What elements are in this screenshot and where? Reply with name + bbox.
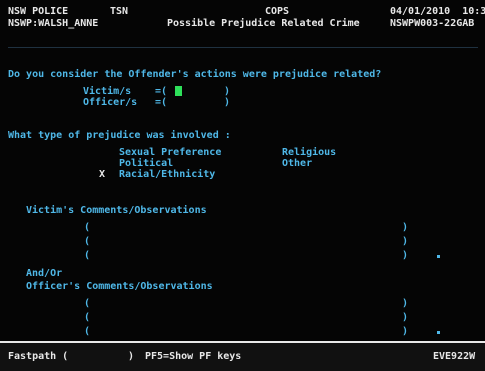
text-cursor: [175, 86, 182, 96]
victim-open: =(: [155, 86, 168, 97]
screen-code: EVE922W: [433, 351, 476, 362]
bracket-open: (: [84, 312, 91, 323]
system-name: COPS: [265, 6, 290, 17]
help-text: PF5=Show PF keys: [145, 351, 242, 362]
more-indicator: [437, 331, 440, 334]
bracket-close: ): [402, 326, 409, 337]
screen-id: NSWPW003-22GAB: [390, 18, 475, 29]
question-text: Do you consider the Offender's actions w…: [8, 69, 382, 80]
bracket-close: ): [402, 298, 409, 309]
and-or-label: And/Or: [26, 268, 63, 279]
officer-close: ): [224, 97, 231, 108]
bracket-close: ): [402, 222, 409, 233]
racial-ethnicity-option: Racial/Ethnicity: [119, 169, 216, 180]
fastpath-label: Fastpath (: [8, 351, 69, 362]
bracket-open: (: [84, 250, 91, 261]
victim-label: Victim/s: [83, 86, 132, 97]
bracket-open: (: [84, 236, 91, 247]
screen-title: Possible Prejudice Related Crime: [167, 18, 360, 29]
bracket-open: (: [84, 222, 91, 233]
org-label: NSW POLICE: [8, 6, 69, 17]
bracket-close: ): [402, 312, 409, 323]
date-time: 04/01/2010 10:3: [390, 6, 485, 17]
other-option: Other: [282, 158, 313, 169]
officer-open: =(: [155, 97, 168, 108]
bracket-close: ): [402, 250, 409, 261]
user-id: NSWP:WALSH_ANNE: [8, 18, 99, 29]
prejudice-heading: What type of prejudice was involved :: [8, 130, 231, 141]
bracket-close: ): [402, 236, 409, 247]
religious-option: Religious: [282, 147, 337, 158]
victim-close: ): [224, 86, 231, 97]
bracket-open: (: [84, 298, 91, 309]
victim-comments-heading: Victim's Comments/Observations: [26, 205, 207, 216]
bracket-open: (: [84, 326, 91, 337]
racial-ethnicity-mark[interactable]: X: [99, 169, 105, 180]
more-indicator: [437, 255, 440, 258]
officer-label: Officer/s: [83, 97, 138, 108]
footer-bar: [0, 341, 485, 371]
tsn-label: TSN: [110, 6, 129, 17]
sexual-preference-option: Sexual Preference: [119, 147, 222, 158]
officer-comments-heading: Officer's Comments/Observations: [26, 281, 213, 292]
fastpath-close: ): [128, 351, 135, 362]
terminal-screen: NSW POLICE TSN COPS 04/01/2010 10:3 NSWP…: [0, 0, 485, 371]
political-option: Political: [119, 158, 174, 169]
header-divider: [8, 47, 478, 48]
